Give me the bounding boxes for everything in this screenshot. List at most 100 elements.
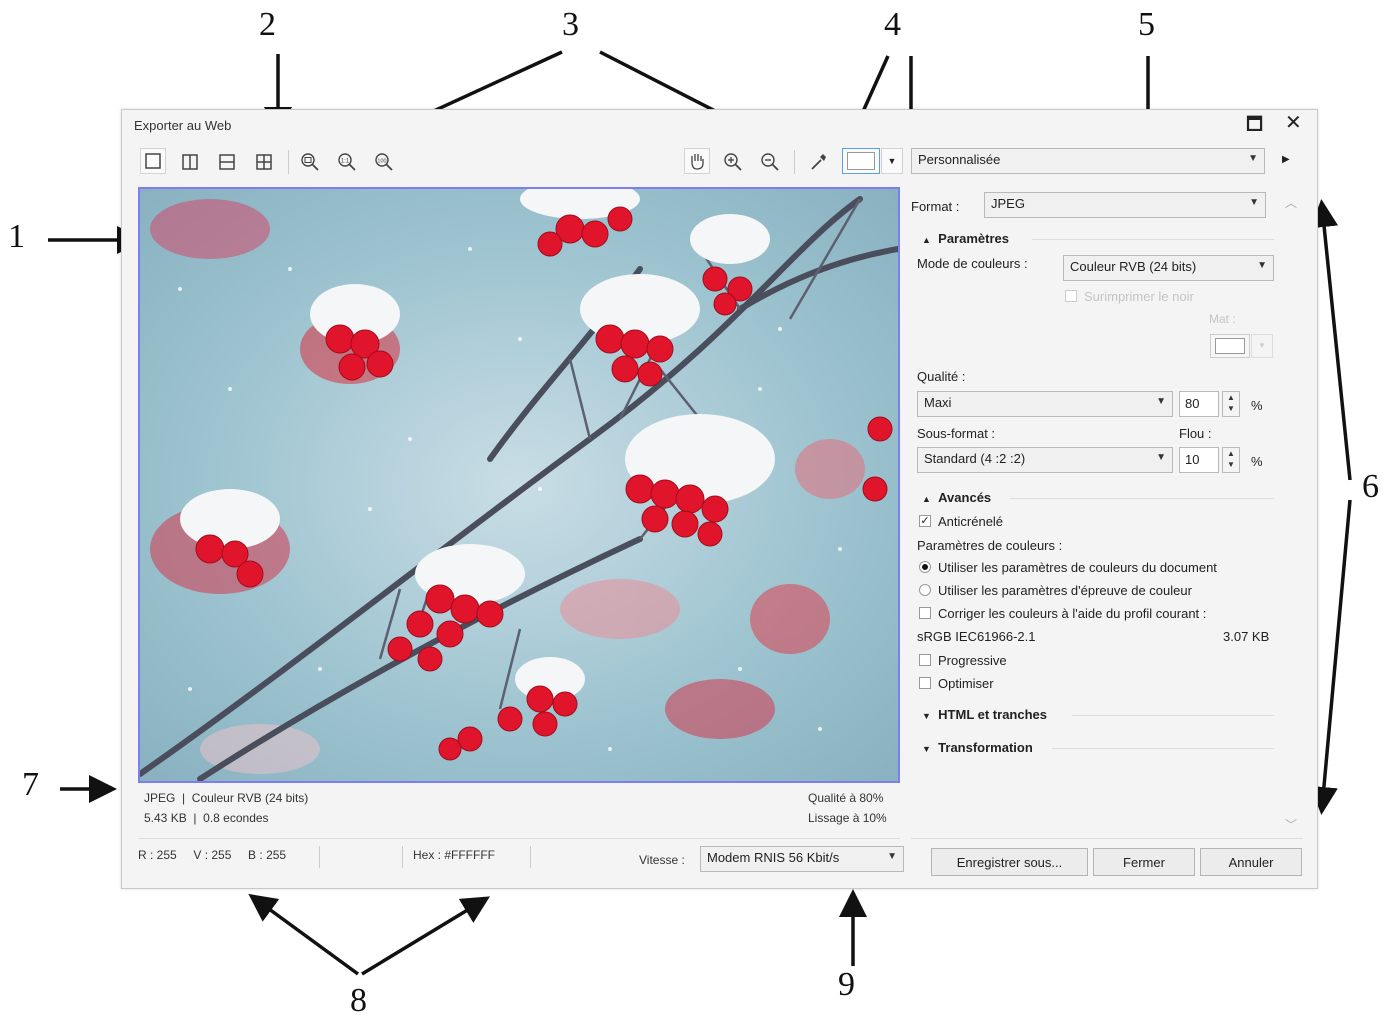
chevron-down-icon: ▼ [1257,260,1267,271]
preset-value: Personnalisée [918,152,1001,167]
antialias-checkbox[interactable]: ✓ [919,515,931,527]
chevron-down-icon: ▼ [1248,153,1258,164]
quality-select[interactable]: Maxi ▼ [917,391,1173,417]
save-as-button[interactable]: Enregistrer sous... [931,848,1088,876]
arrow-8a [248,893,360,976]
matte-swatch[interactable] [1210,334,1250,358]
chevron-down-icon: ▼ [887,156,897,166]
toolbar-separator [288,150,289,174]
zoom-out-icon [761,153,779,171]
export-web-dialog: Exporter au Web 🗖 ✕ 1:1 100 ▼ Personnali… [121,109,1318,889]
panel-divider [911,838,1303,839]
arrow-6a [1310,199,1352,481]
progressive-checkbox[interactable] [919,654,931,666]
section-html-slices[interactable]: ▼ HTML et tranches [922,707,1274,722]
speed-label: Vitesse : [639,853,685,867]
preset-menu-arrow-icon[interactable]: ▶ [1282,154,1290,165]
split-horizontal-button[interactable] [215,150,239,174]
quad-view-button[interactable] [252,150,276,174]
subformat-select[interactable]: Standard (4 :2 :2) ▼ [917,447,1173,473]
preview-format-info: JPEG | Couleur RVB (24 bits) [144,791,309,805]
color-profile: sRGB IEC61966-2.1 [917,629,1036,644]
collapse-icon: ▲ [922,235,931,245]
hand-tool-button[interactable] [684,148,710,174]
overprint-checkbox[interactable] [1065,290,1077,302]
optimize-label: Optimiser [938,676,994,691]
scroll-down-icon[interactable]: ﹀ [1285,816,1297,833]
scroll-up-icon[interactable]: ︿ [1285,194,1297,211]
overprint-label: Surimprimer le noir [1084,289,1194,304]
rgb-readout: R : 255 V : 255 B : 255 [138,848,287,862]
split-vertical-icon [182,154,198,170]
blur-number-input[interactable]: 10 [1179,447,1219,473]
expand-icon: ▼ [922,744,931,754]
section-line [1072,715,1274,716]
split-vertical-button[interactable] [178,150,202,174]
zoom-fit-button[interactable] [298,150,322,174]
zoom-1to1-text: 1:1 [341,159,350,165]
rowan-berries-photo [140,189,898,781]
preset-select[interactable]: Personnalisée ▼ [911,148,1265,174]
optimize-checkbox[interactable] [919,677,931,689]
arrow-8b [361,896,490,976]
status-divider [138,838,900,839]
matte-dropdown[interactable]: ▼ [1251,334,1273,358]
background-color-swatch[interactable] [842,148,880,174]
zoom-1to1-button[interactable]: 1:1 [335,150,359,174]
section-avances[interactable]: ▲ Avancés [922,490,1274,505]
section-line [1010,498,1274,499]
cancel-button[interactable]: Annuler [1200,848,1302,876]
image-preview[interactable] [138,187,900,783]
color-swatch-box [847,152,875,170]
eyedropper-button[interactable] [806,150,830,174]
chevron-down-icon: ▼ [1258,341,1266,350]
hex-readout: Hex : #FFFFFF [413,848,495,862]
single-view-icon [145,153,161,169]
color-mode-value: Couleur RVB (24 bits) [1070,259,1197,274]
radio-document-colors-label: Utiliser les paramètres de couleurs du d… [938,560,1217,575]
single-view-button[interactable] [140,148,166,174]
dialog-title: Exporter au Web [134,118,232,133]
format-label: Format : [911,199,960,214]
section-transform-label: Transformation [938,740,1033,755]
blur-label: Flou : [1179,426,1212,441]
radio-proof-colors-label: Utiliser les paramètres d'épreuve de cou… [938,583,1192,598]
radio-document-colors[interactable] [919,561,931,573]
radio-proof-colors[interactable] [919,584,931,596]
arrow-6b [1309,499,1352,815]
status-separator [319,846,320,868]
status-separator [530,846,531,868]
background-color-dropdown[interactable]: ▼ [881,148,903,174]
zoom-1to1-icon: 1:1 [338,153,356,171]
preview-quality-info: Qualité à 80% [808,791,884,805]
section-transformation[interactable]: ▼ Transformation [922,740,1274,755]
quality-percent: % [1251,398,1263,413]
speed-select[interactable]: Modem RNIS 56 Kbit/s ▼ [700,846,904,872]
close-button[interactable]: Fermer [1093,848,1195,876]
zoom-out-button[interactable] [758,150,782,174]
zoom-in-button[interactable] [721,150,745,174]
chevron-down-icon: ▼ [1249,197,1259,208]
blur-stepper[interactable]: ▲ ▼ [1222,447,1240,473]
quality-stepper[interactable]: ▲ ▼ [1222,391,1240,417]
status-separator [402,846,403,868]
preview-size-info: 5.43 KB | 0.8 econdes [144,811,269,825]
color-mode-select[interactable]: Couleur RVB (24 bits) ▼ [1063,255,1274,281]
chevron-down-icon: ▼ [1156,396,1166,407]
maximize-button[interactable]: 🗖 [1246,112,1263,142]
split-horizontal-icon [219,154,235,170]
section-avances-label: Avancés [938,490,992,505]
format-select[interactable]: JPEG ▼ [984,192,1266,218]
progressive-label: Progressive [938,653,1007,668]
quality-value: Maxi [924,395,952,410]
correct-colors-checkbox[interactable] [919,607,931,619]
collapse-icon: ▲ [922,494,931,504]
quality-number-input[interactable]: 80 [1179,391,1219,417]
close-window-button[interactable]: ✕ [1285,110,1302,135]
format-value: JPEG [991,196,1025,211]
zoom-100-button[interactable]: 100 [372,150,396,174]
section-line [1032,239,1274,240]
zoom-fit-icon [301,153,319,171]
section-parametres[interactable]: ▲ Paramètres [922,231,1274,246]
speed-value: Modem RNIS 56 Kbit/s [707,850,840,865]
